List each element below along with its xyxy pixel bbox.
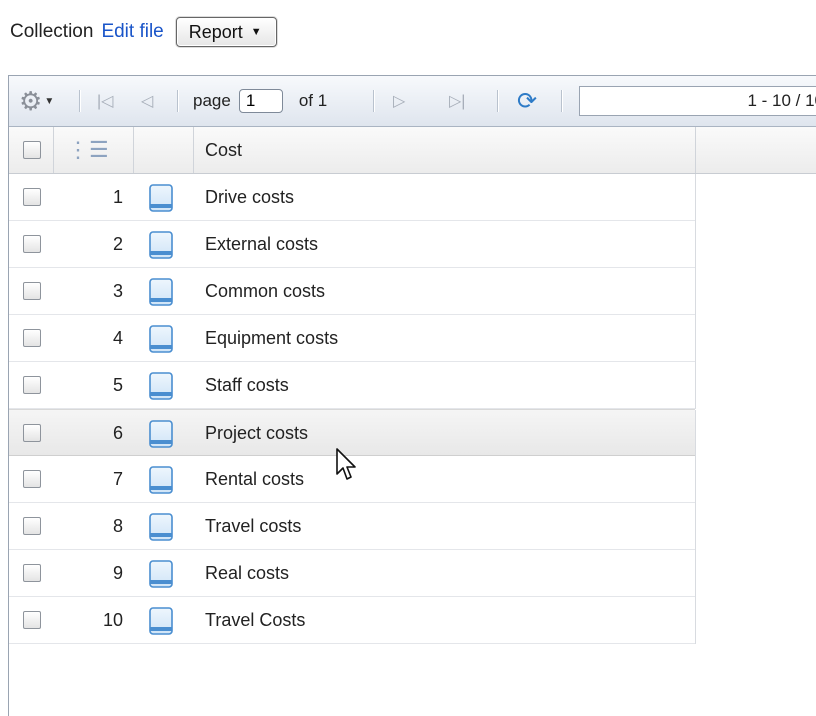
pager-toolbar: ⚙▼ |◁ ◁ page of 1 ▷ ▷| ⟳ 1 - 10 / 10 xyxy=(9,76,816,127)
chevron-down-icon: ▼ xyxy=(44,95,55,107)
select-all-checkbox[interactable] xyxy=(23,127,41,173)
row-number: 1 xyxy=(112,187,123,207)
document-icon[interactable] xyxy=(148,513,174,541)
table-row[interactable]: 9 Real costs xyxy=(9,550,696,597)
report-dropdown-button[interactable]: Report ▼ xyxy=(175,17,277,47)
table-row[interactable]: 2 External costs xyxy=(9,221,696,268)
row-label: Drive costs xyxy=(205,187,295,207)
row-number: 4 xyxy=(112,328,123,348)
table-row[interactable]: 1 Drive costs xyxy=(9,174,696,221)
report-button-label: Report xyxy=(188,21,243,42)
last-page-button[interactable]: ▷| xyxy=(449,76,465,126)
chevron-down-icon: ▼ xyxy=(250,26,262,38)
document-icon[interactable] xyxy=(148,372,174,400)
first-page-button[interactable]: |◁ xyxy=(97,76,113,126)
document-icon[interactable] xyxy=(148,560,174,588)
table-row[interactable]: 3 Common costs xyxy=(9,268,696,315)
row-number: 5 xyxy=(112,375,123,395)
next-page-icon: ▷ xyxy=(393,93,406,110)
table-row[interactable]: 5 Staff costs xyxy=(9,362,696,409)
document-icon[interactable] xyxy=(148,420,174,448)
mouse-cursor-icon xyxy=(336,448,356,480)
document-icon[interactable] xyxy=(148,607,174,635)
page-selector: page of 1 xyxy=(193,76,327,126)
next-page-button[interactable]: ▷ xyxy=(393,76,405,126)
table-row[interactable]: 10 Travel Costs xyxy=(9,597,696,644)
top-bar: Collection Edit file Report ▼ xyxy=(10,14,277,50)
row-checkbox[interactable] xyxy=(23,470,41,488)
row-number: 7 xyxy=(112,469,123,489)
row-number: 2 xyxy=(112,234,123,254)
row-number: 8 xyxy=(112,516,123,536)
row-checkbox[interactable] xyxy=(23,188,41,206)
document-icon[interactable] xyxy=(148,466,174,494)
gear-menu-button[interactable]: ⚙ ▼ xyxy=(19,76,54,126)
table-row[interactable]: 8 Travel costs xyxy=(9,503,696,550)
collection-label: Collection xyxy=(10,21,94,42)
row-checkbox[interactable] xyxy=(23,329,41,347)
row-label: Real costs xyxy=(205,563,290,583)
row-label: Equipment costs xyxy=(205,328,339,348)
row-checkbox[interactable] xyxy=(23,376,41,394)
row-label: External costs xyxy=(205,234,319,254)
last-page-icon: ▷| xyxy=(449,93,466,110)
grid-body: 1 Drive costs 2 External costs 3 Common costs… xyxy=(9,174,696,644)
row-checkbox[interactable] xyxy=(23,564,41,582)
row-checkbox[interactable] xyxy=(23,517,41,535)
row-number: 6 xyxy=(112,423,123,443)
document-icon[interactable] xyxy=(148,325,174,353)
row-number-icon: ⋮☰ xyxy=(67,137,109,162)
prev-page-icon: ◁ xyxy=(141,93,154,110)
row-number: 9 xyxy=(112,563,123,583)
record-range-display: 1 - 10 / 10 xyxy=(579,86,816,116)
grid-panel: ⚙▼ |◁ ◁ page of 1 ▷ ▷| ⟳ 1 - 10 / 10 xyxy=(8,75,816,716)
page-number-input[interactable] xyxy=(238,89,283,113)
first-page-icon: |◁ xyxy=(97,93,114,110)
page-label: page xyxy=(193,91,231,110)
row-number: 10 xyxy=(102,610,123,630)
row-label: Travel costs xyxy=(205,516,302,536)
row-label: Project costs xyxy=(205,423,309,443)
document-icon[interactable] xyxy=(148,278,174,306)
column-header-cost[interactable]: Cost xyxy=(205,127,242,173)
row-label: Common costs xyxy=(205,281,326,301)
row-number: 3 xyxy=(112,281,123,301)
page-count-label: of 1 xyxy=(298,91,328,110)
row-label: Travel Costs xyxy=(205,610,306,630)
prev-page-button[interactable]: ◁ xyxy=(141,76,153,126)
document-icon[interactable] xyxy=(148,184,174,212)
table-row[interactable]: 4 Equipment costs xyxy=(9,315,696,362)
grid-header-row: ⋮☰ Cost xyxy=(9,127,816,174)
edit-file-link[interactable]: Edit file xyxy=(101,21,163,43)
row-checkbox[interactable] xyxy=(23,424,41,442)
refresh-icon: ⟳ xyxy=(517,87,538,115)
row-checkbox[interactable] xyxy=(23,611,41,629)
row-label: Staff costs xyxy=(205,375,289,395)
document-icon[interactable] xyxy=(148,231,174,259)
row-checkbox[interactable] xyxy=(23,282,41,300)
gear-icon: ⚙ xyxy=(19,85,43,116)
refresh-button[interactable]: ⟳ xyxy=(517,76,537,126)
row-checkbox[interactable] xyxy=(23,235,41,253)
row-label: Rental costs xyxy=(205,469,305,489)
